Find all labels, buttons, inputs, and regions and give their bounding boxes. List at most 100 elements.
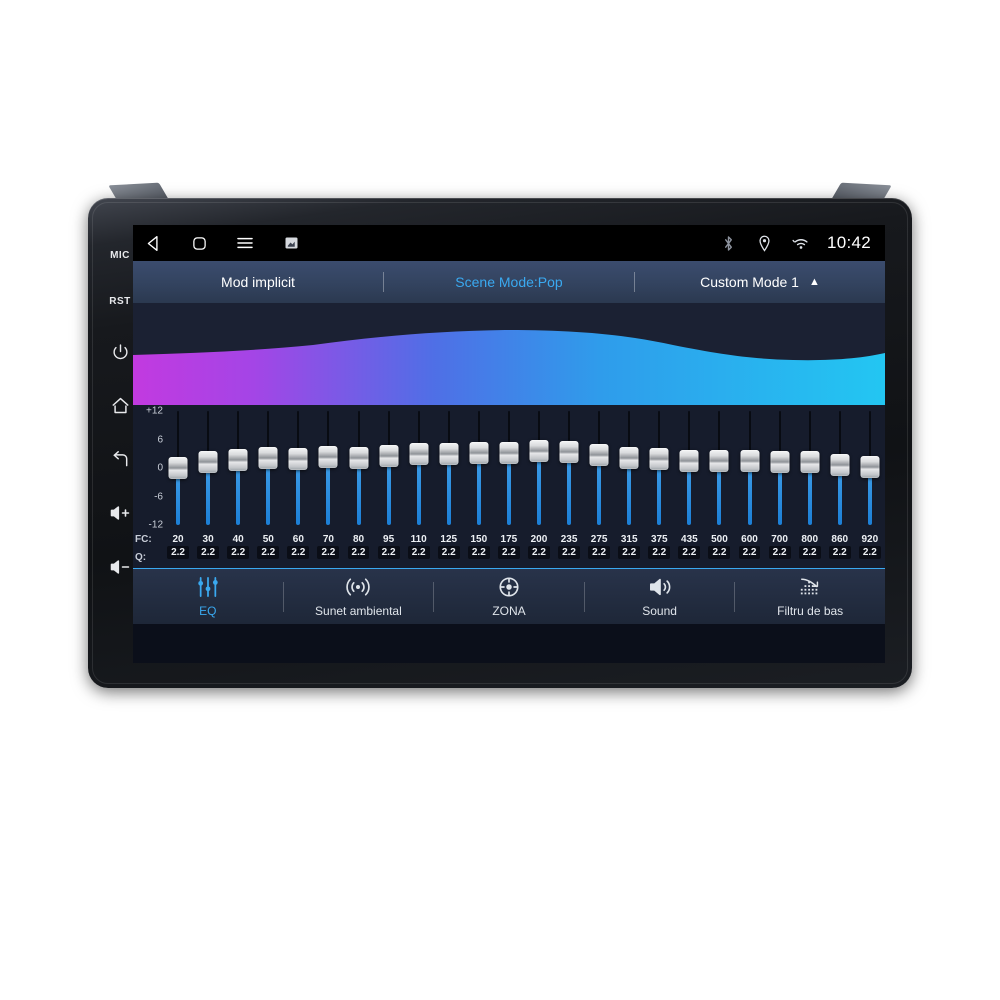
eq-slider-knob[interactable]: [589, 443, 609, 466]
eq-band[interactable]: [614, 405, 644, 533]
eq-band[interactable]: [644, 405, 674, 533]
eq-slider-knob[interactable]: [258, 446, 278, 469]
eq-slider-knob[interactable]: [379, 444, 399, 467]
q-value[interactable]: 2.2: [193, 546, 223, 559]
eq-band[interactable]: [253, 405, 283, 533]
eq-band[interactable]: [464, 405, 494, 533]
eq-band[interactable]: [765, 405, 795, 533]
eq-band[interactable]: [825, 405, 855, 533]
nav-item-filtru-de-bas[interactable]: Filtru de bas: [735, 576, 885, 618]
eq-slider-knob[interactable]: [830, 454, 850, 477]
fc-value: 175: [500, 534, 518, 545]
eq-slider-knob[interactable]: [709, 450, 729, 473]
mode-custom-cell[interactable]: Custom Mode 1 ▲: [635, 274, 885, 290]
q-value[interactable]: 2.2: [795, 546, 825, 559]
eq-slider-knob[interactable]: [168, 457, 188, 479]
eq-band[interactable]: [584, 405, 614, 533]
eq-slider-knob[interactable]: [318, 445, 338, 468]
fc-value: 860: [831, 534, 849, 545]
home-icon[interactable]: [189, 233, 209, 253]
eq-band[interactable]: [223, 405, 253, 533]
q-value[interactable]: 2.2: [765, 546, 795, 559]
equalizer-icon: [195, 576, 221, 601]
touchscreen[interactable]: 10:42 Mod implicit Scene Mode:Pop Custom…: [133, 225, 885, 663]
fc-value: 20: [172, 534, 184, 545]
q-value[interactable]: 2.2: [674, 546, 704, 559]
q-value[interactable]: 2.2: [374, 546, 404, 559]
eq-band[interactable]: [734, 405, 764, 533]
eq-slider-knob[interactable]: [619, 446, 639, 469]
eq-band[interactable]: [494, 405, 524, 533]
equalizer-panel[interactable]: +12 6 0 -6 -12 FC: Q: 20 30 40 50 60 70 80 95 110 125…: [133, 405, 885, 568]
nav-item-sunet-ambiental[interactable]: Sunet ambiental: [284, 576, 434, 618]
nav-item-eq[interactable]: EQ: [133, 576, 283, 618]
eq-slider-knob[interactable]: [409, 443, 429, 466]
eq-slider-knob[interactable]: [860, 456, 880, 479]
nav-item-sound[interactable]: Sound: [585, 576, 735, 618]
eq-slider-knob[interactable]: [228, 449, 248, 472]
eq-slider-knob[interactable]: [499, 442, 519, 465]
q-value[interactable]: 2.2: [825, 546, 855, 559]
eq-slider-knob[interactable]: [529, 439, 549, 462]
q-value[interactable]: 2.2: [855, 546, 885, 559]
eq-band[interactable]: [374, 405, 404, 533]
fc-value: 500: [711, 534, 728, 545]
q-value[interactable]: 2.2: [734, 546, 764, 559]
eq-band[interactable]: [674, 405, 704, 533]
mode-default-cell[interactable]: Mod implicit: [133, 274, 383, 290]
q-value[interactable]: 2.2: [494, 546, 524, 559]
eq-slider-knob[interactable]: [288, 447, 308, 470]
q-value[interactable]: 2.2: [524, 546, 554, 559]
q-value[interactable]: 2.2: [313, 546, 343, 559]
q-value[interactable]: 2.2: [614, 546, 644, 559]
surround-icon: [345, 576, 371, 601]
volume-up-icon: [110, 506, 130, 520]
menu-icon[interactable]: [235, 233, 255, 253]
eq-band[interactable]: [795, 405, 825, 533]
eq-slider-knob[interactable]: [649, 447, 669, 470]
q-value[interactable]: 2.2: [253, 546, 283, 559]
eq-slider-knob[interactable]: [679, 449, 699, 472]
eq-slider-knob[interactable]: [198, 451, 218, 474]
q-value[interactable]: 2.2: [404, 546, 434, 559]
eq-band[interactable]: [554, 405, 584, 533]
mode-scene-cell[interactable]: Scene Mode:Pop: [384, 274, 634, 290]
eq-slider-knob[interactable]: [770, 451, 790, 474]
eq-band[interactable]: [163, 405, 193, 533]
q-values-row: 2.2 2.2 2.2 2.2 2.2 2.2 2.2 2.2 2.2 2.2 2.2 2.2 2.2 2…: [163, 546, 885, 559]
home-icon: [111, 397, 129, 413]
wifi-icon: [791, 233, 811, 253]
bottom-nav-bar[interactable]: EQ Sunet ambiental ZONA Sound Filtru de bas: [133, 568, 885, 624]
eq-band[interactable]: [313, 405, 343, 533]
eq-band[interactable]: [193, 405, 223, 533]
eq-slider-knob[interactable]: [469, 441, 489, 464]
eq-slider-knob[interactable]: [439, 443, 459, 466]
q-value[interactable]: 2.2: [343, 546, 373, 559]
eq-band[interactable]: [404, 405, 434, 533]
q-value[interactable]: 2.2: [283, 546, 313, 559]
q-value[interactable]: 2.2: [434, 546, 464, 559]
bluetooth-icon: [719, 233, 739, 253]
q-value[interactable]: 2.2: [223, 546, 253, 559]
q-value[interactable]: 2.2: [163, 546, 193, 559]
q-value[interactable]: 2.2: [704, 546, 734, 559]
q-value[interactable]: 2.2: [584, 546, 614, 559]
screenshot-icon[interactable]: [281, 233, 301, 253]
eq-band[interactable]: [283, 405, 313, 533]
q-value[interactable]: 2.2: [644, 546, 674, 559]
eq-slider-knob[interactable]: [559, 440, 579, 463]
q-value[interactable]: 2.2: [464, 546, 494, 559]
eq-band[interactable]: [704, 405, 734, 533]
eq-band[interactable]: [434, 405, 464, 533]
eq-band[interactable]: [524, 405, 554, 533]
eq-band[interactable]: [855, 405, 885, 533]
q-value[interactable]: 2.2: [554, 546, 584, 559]
eq-band-list[interactable]: [163, 405, 885, 533]
eq-slider-knob[interactable]: [349, 446, 368, 469]
eq-slider-knob[interactable]: [800, 450, 820, 473]
nav-item-zona[interactable]: ZONA: [434, 576, 584, 618]
chevron-up-icon[interactable]: ▲: [809, 276, 820, 288]
back-icon[interactable]: [143, 233, 163, 253]
eq-slider-knob[interactable]: [740, 449, 760, 472]
eq-band[interactable]: [343, 405, 373, 533]
